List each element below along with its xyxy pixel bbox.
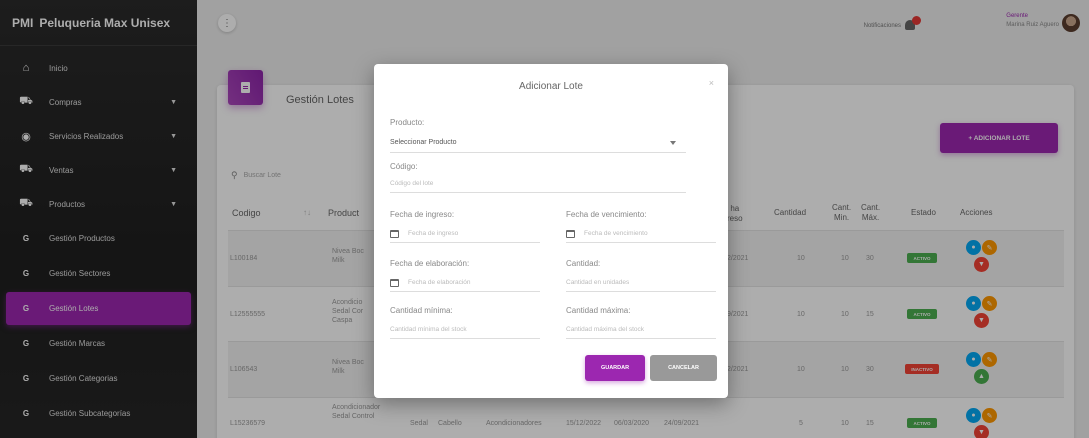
fecha-elaboracion-field[interactable]: Fecha de elaboración — [390, 279, 540, 292]
close-icon[interactable]: × — [709, 78, 714, 88]
fecha-elaboracion-label: Fecha de elaboración: — [390, 259, 470, 268]
cantidad-maxima-field[interactable]: Cantidad máxima del stock — [566, 326, 716, 339]
cantidad-field[interactable]: Cantidad en unidades — [566, 279, 716, 292]
codigo-placeholder: Código del lote — [390, 180, 434, 187]
codigo-field[interactable]: Código del lote — [390, 180, 686, 193]
cantidad-minima-label: Cantidad mínima: — [390, 306, 453, 315]
producto-label: Producto: — [390, 118, 425, 127]
calendar-icon — [566, 230, 575, 238]
modal-title: Adicionar Lote — [519, 81, 583, 92]
cantidad-minima-placeholder: Cantidad mínima del stock — [390, 326, 467, 333]
cancel-button[interactable]: CANCELAR — [650, 355, 717, 381]
chevron-down-icon — [670, 141, 676, 145]
fecha-vencimiento-placeholder: Fecha de vencimiento — [584, 230, 648, 237]
cantidad-minima-field[interactable]: Cantidad mínima del stock — [390, 326, 540, 339]
save-button[interactable]: GUARDAR — [585, 355, 645, 381]
fecha-ingreso-field[interactable]: Fecha de ingreso — [390, 230, 540, 243]
calendar-icon — [390, 279, 399, 287]
cantidad-placeholder: Cantidad en unidades — [566, 279, 630, 286]
cantidad-label: Cantidad: — [566, 259, 601, 268]
cantidad-maxima-label: Cantidad máxima: — [566, 306, 631, 315]
fecha-elaboracion-placeholder: Fecha de elaboración — [408, 279, 471, 286]
fecha-vencimiento-label: Fecha de vencimiento: — [566, 210, 647, 219]
fecha-vencimiento-field[interactable]: Fecha de vencimiento — [566, 230, 716, 243]
producto-select[interactable]: Seleccionar Producto — [390, 139, 686, 153]
calendar-icon — [390, 230, 399, 238]
fecha-ingreso-label: Fecha de ingreso: — [390, 210, 455, 219]
fecha-ingreso-placeholder: Fecha de ingreso — [408, 230, 459, 237]
producto-select-value: Seleccionar Producto — [390, 139, 457, 146]
codigo-label: Código: — [390, 162, 418, 171]
cantidad-maxima-placeholder: Cantidad máxima del stock — [566, 326, 645, 333]
